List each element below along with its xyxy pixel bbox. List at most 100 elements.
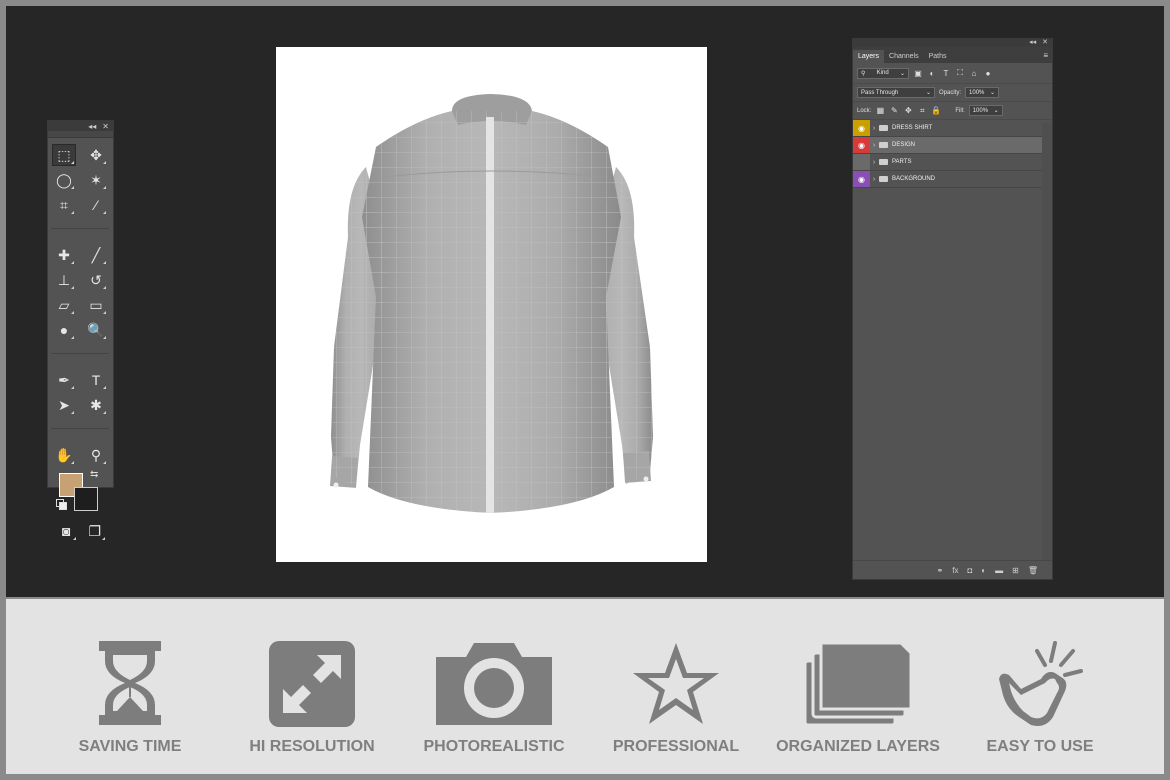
move-icon[interactable]: ✥ [85,145,107,165]
hand-tap-icon [999,641,1083,726]
feature-label: SAVING TIME [78,738,182,755]
opacity-input[interactable]: 100% ⌄ [965,87,1000,98]
chevron-right-icon[interactable]: › [870,176,878,183]
clone-stamp-icon[interactable]: ⊥ [53,270,75,290]
close-icon[interactable]: ✕ [1042,39,1048,47]
fx-icon[interactable]: fx [952,566,958,575]
trash-icon[interactable]: 🗑 [1028,566,1038,575]
feature-saving-time: SAVING TIME [40,639,220,759]
layer-row[interactable]: › PARTS [853,154,1052,171]
feature-label: PROFESSIONAL [612,738,740,755]
blend-mode-row: Pass Through ⌄ Opacity: 100% ⌄ [853,84,1052,102]
blend-mode-value: Pass Through [861,89,899,96]
adjustment-icon[interactable]: ◐ [981,566,986,575]
type-filter-icon[interactable]: T [941,69,951,78]
chevron-right-icon[interactable]: › [870,125,878,132]
tab-channels[interactable]: Channels [884,50,924,63]
crop-icon[interactable]: ⌗ [53,195,75,215]
brush-icon[interactable]: ╱ [85,245,107,265]
rectangular-marquee-icon[interactable]: ⬚ [52,143,76,166]
smart-object-filter-icon[interactable]: ⌂ [969,69,979,78]
lock-all-icon[interactable]: 🔒 [931,106,941,115]
visibility-eye-icon[interactable] [853,154,870,170]
filter-kind-label: Kind [876,70,889,76]
eyedropper-icon[interactable]: ⁄ [85,195,107,215]
gradient-icon[interactable]: ▭ [85,295,107,315]
opacity-value: 100% [969,89,985,96]
lock-transparent-icon[interactable]: ▦ [875,106,885,115]
default-colors-icon[interactable] [56,499,67,510]
folder-icon [879,176,888,182]
eraser-icon[interactable]: ▱ [53,295,75,315]
star-icon [633,643,719,724]
history-brush-icon[interactable]: ↺ [85,270,107,290]
tools-panel: ◂◂ ✕ ⬚ ✥ ◯ ✶ ⌗ ⁄ ✚ ╱ ⊥ ↺ ▱ ▭ ● 🔍 ✒ T ➤ ✱ ✋ ⚲ ⇆ ◙ ❐ [47,120,114,540]
filter-toggle-icon[interactable]: ● [983,69,993,78]
pen-icon[interactable]: ✒ [53,370,75,390]
type-icon[interactable]: T [85,370,107,390]
tab-layers[interactable]: Layers [853,50,885,63]
healing-brush-icon[interactable]: ✚ [53,245,75,265]
fill-input[interactable]: 100% ⌄ [968,105,1003,116]
layer-list: ◉ › DRESS SHIRT ◉ › DESIGN › PARTS ◉ › BACKGROUND [853,120,1052,188]
layer-name: DESIGN [892,142,916,148]
zoom-icon[interactable]: ⚲ [85,445,107,465]
hand-icon[interactable]: ✋ [53,445,75,465]
link-icon[interactable]: ⚭ [937,566,944,575]
layers-panel-footer: ⚭ fx ◘ ◐ ▬ ⊞ 🗑 [853,560,1052,579]
new-layer-icon[interactable]: ⊞ [1012,566,1019,575]
chevron-right-icon[interactable]: › [870,142,878,149]
layer-row[interactable]: ◉ › BACKGROUND [853,171,1052,188]
close-icon[interactable]: ✕ [102,122,109,131]
lasso-icon[interactable]: ◯ [53,170,75,190]
panel-menu-icon[interactable]: ≡ [1043,51,1048,60]
lock-pixels-icon[interactable]: ✎ [889,106,899,115]
layer-filter-row: ⚲ Kind ⌄ ▣ ◐ T ⛶ ⌂ ● [853,63,1052,84]
blur-icon[interactable]: ● [53,320,75,340]
feature-hi-resolution: HI RESOLUTION [222,639,402,759]
layer-name: BACKGROUND [892,176,936,182]
magic-wand-icon[interactable]: ✶ [85,170,107,190]
layer-name: DRESS SHIRT [892,125,933,131]
adjustment-filter-icon[interactable]: ◐ [927,69,937,78]
quick-mask-icon[interactable]: ◙ [55,521,77,541]
collapse-icon[interactable]: ◂◂ [88,122,96,131]
feature-photorealistic: PHOTOREALISTIC [404,639,584,759]
blend-mode-select[interactable]: Pass Through ⌄ [857,87,935,98]
layers-scrollbar[interactable] [1042,123,1052,561]
collapse-icon[interactable]: ◂◂ [1029,39,1036,47]
document-canvas[interactable] [276,47,707,562]
shape-filter-icon[interactable]: ⛶ [955,68,965,78]
tool-separator [51,428,109,433]
chevron-right-icon[interactable]: › [870,159,878,166]
lock-label: Lock: [857,107,872,114]
background-color-swatch[interactable] [74,487,98,511]
visibility-eye-icon[interactable]: ◉ [853,120,870,136]
mode-tools: ◙ ❐ [48,519,113,543]
feature-label: EASY TO USE [986,738,1094,755]
tools-panel-grip[interactable] [48,131,113,138]
lock-position-icon[interactable]: ✥ [903,106,913,115]
custom-shape-icon[interactable]: ✱ [85,395,107,415]
layer-name: PARTS [892,159,912,165]
layer-row[interactable]: ◉ › DRESS SHIRT [853,120,1052,137]
feature-label: HI RESOLUTION [249,738,375,755]
tool-grid: ⬚ ✥ ◯ ✶ ⌗ ⁄ ✚ ╱ ⊥ ↺ ▱ ▭ ● 🔍 ✒ T ➤ ✱ ✋ ⚲ [48,138,113,467]
path-selection-icon[interactable]: ➤ [53,395,75,415]
layer-row[interactable]: ◉ › DESIGN [853,137,1052,154]
swap-colors-icon[interactable]: ⇆ [90,469,98,480]
visibility-eye-icon[interactable]: ◉ [853,137,870,153]
visibility-eye-icon[interactable]: ◉ [853,171,870,187]
group-icon[interactable]: ▬ [995,566,1003,575]
lock-artboard-icon[interactable]: ⌗ [917,106,927,116]
filter-kind-select[interactable]: ⚲ Kind ⌄ [857,67,909,79]
layers-panel: ◂◂ ✕ Layers Channels Paths ≡ ⚲ Kind ⌄ ▣ … [852,38,1053,580]
screen-mode-icon[interactable]: ❐ [84,521,106,541]
tab-paths[interactable]: Paths [924,50,952,63]
folder-icon [879,142,888,148]
tools-panel-header: ◂◂ ✕ [48,121,113,131]
pixel-filter-icon[interactable]: ▣ [913,69,923,78]
feature-label: ORGANIZED LAYERS [776,738,940,755]
dodge-icon[interactable]: 🔍 [85,320,107,340]
mask-icon[interactable]: ◘ [967,566,972,575]
